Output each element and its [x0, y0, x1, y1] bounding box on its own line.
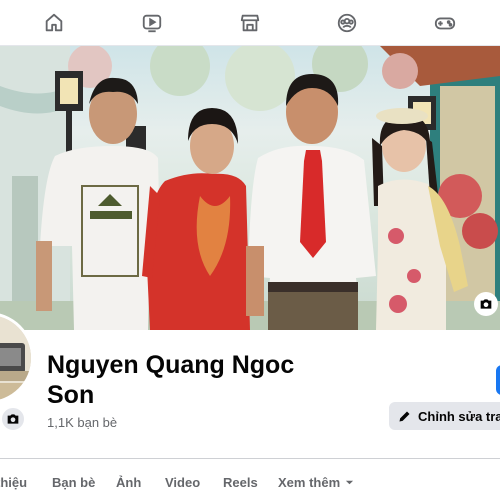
tab-friends[interactable]: Bạn bè	[52, 475, 95, 490]
tab-more-label: Xem thêm	[278, 475, 341, 490]
cover-photo[interactable]	[0, 46, 500, 330]
primary-action-button[interactable]	[496, 365, 500, 395]
cover-photo-illustration	[0, 46, 500, 330]
tab-reels[interactable]: Reels	[223, 475, 258, 490]
edit-cover-camera-icon[interactable]	[474, 292, 498, 316]
friend-count[interactable]: 1,1K bạn bè	[47, 415, 117, 430]
tab-about[interactable]: thiệu	[0, 475, 27, 490]
tab-more[interactable]: Xem thêm	[278, 475, 354, 490]
section-divider	[0, 458, 500, 459]
profile-name: Nguyen Quang Ngoc Son	[47, 351, 295, 409]
edit-avatar-camera-icon[interactable]	[0, 406, 26, 432]
groups-icon[interactable]	[334, 10, 360, 36]
home-icon[interactable]	[41, 10, 67, 36]
gaming-icon[interactable]	[432, 10, 458, 36]
tab-videos[interactable]: Video	[165, 475, 200, 490]
caret-down-icon	[345, 475, 354, 490]
video-icon[interactable]	[139, 10, 165, 36]
top-nav-bar	[0, 0, 500, 46]
tab-photos[interactable]: Ảnh	[116, 475, 141, 490]
edit-page-button[interactable]: Chỉnh sửa trang	[389, 402, 500, 430]
pencil-icon	[397, 409, 412, 424]
edit-page-label: Chỉnh sửa trang	[418, 408, 500, 424]
marketplace-icon[interactable]	[237, 10, 263, 36]
